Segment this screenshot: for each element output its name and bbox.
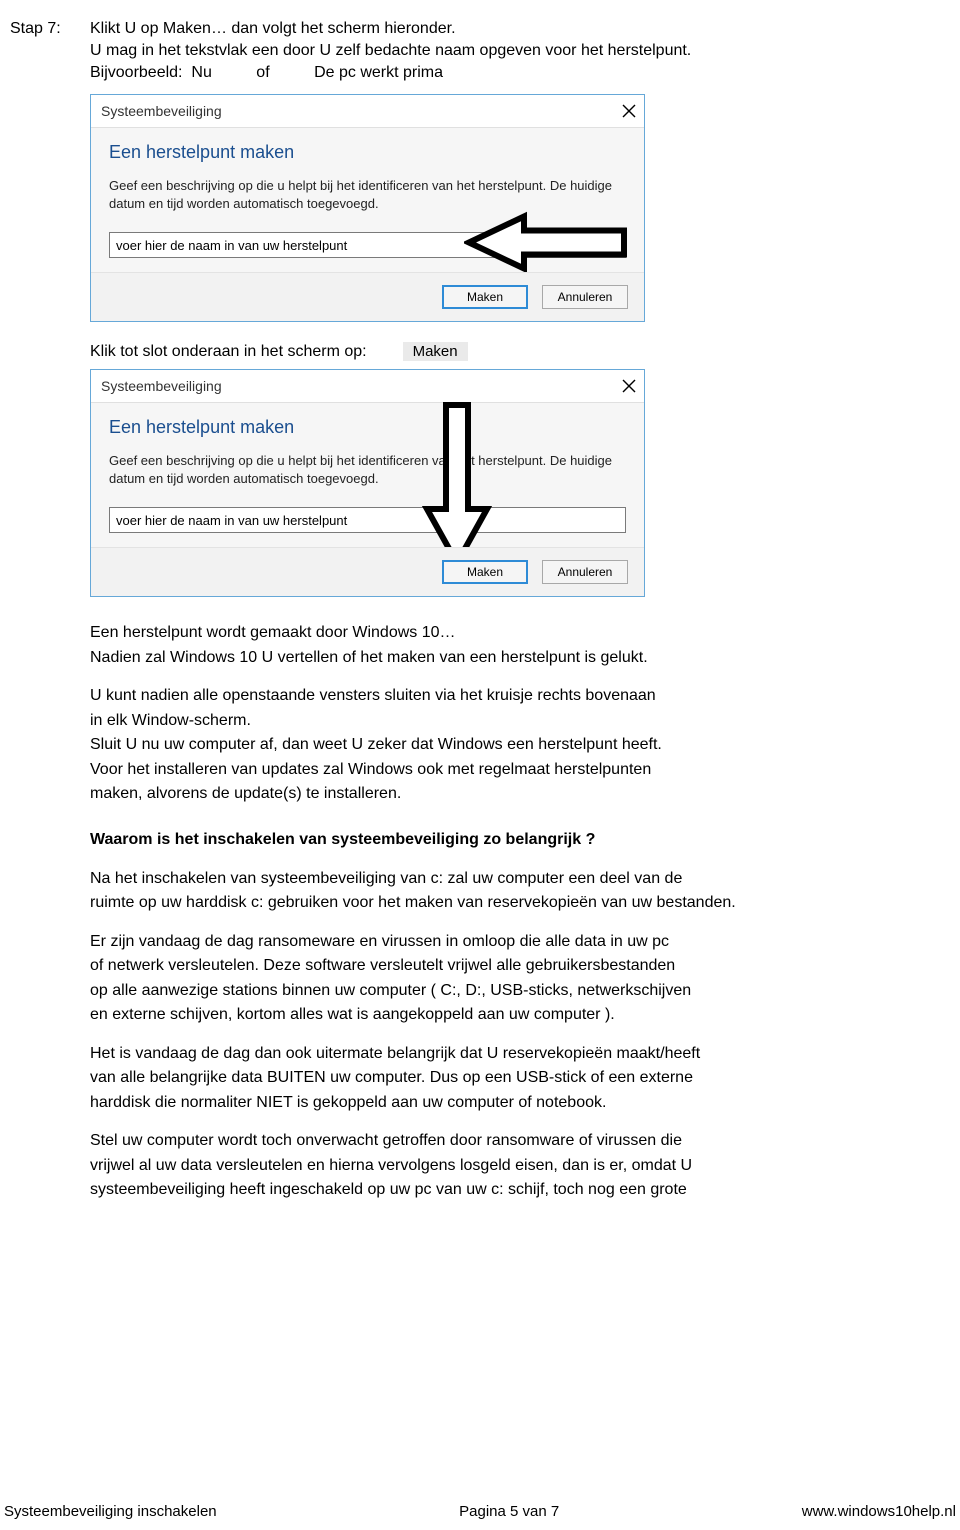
- text-line: Stel uw computer wordt toch onverwacht g…: [90, 1131, 910, 1151]
- dialog-restore-point-2: Systeembeveiliging Een herstelpunt maken…: [90, 369, 645, 597]
- why-p3: Het is vandaag de dag dan ook uitermate …: [90, 1044, 910, 1113]
- instruction-text: Klik tot slot onderaan in het scherm op:: [90, 343, 367, 361]
- step-line-3: Bijvoorbeeld: Nu of De pc werkt prima: [90, 64, 910, 82]
- make-button[interactable]: Maken: [442, 285, 528, 309]
- page-footer: Systeembeveiliging inschakelen Pagina 5 …: [0, 1503, 960, 1520]
- dialog-title: Systeembeveiliging: [101, 378, 222, 394]
- step-line-2: U mag in het tekstvlak een door U zelf b…: [90, 42, 910, 60]
- make-button[interactable]: Maken: [442, 560, 528, 584]
- cancel-button[interactable]: Annuleren: [542, 285, 628, 309]
- input-row: [109, 507, 626, 533]
- maken-label-chip: Maken: [403, 342, 468, 361]
- dialog-2-wrap: Systeembeveiliging Een herstelpunt maken…: [10, 369, 950, 597]
- cancel-button[interactable]: Annuleren: [542, 560, 628, 584]
- text-line: Voor het installeren van updates zal Win…: [90, 760, 910, 780]
- instruction-line: Klik tot slot onderaan in het scherm op:…: [90, 342, 950, 361]
- why-heading-block: Waarom is het inschakelen van systeembev…: [90, 830, 910, 850]
- step-line-1: Klikt U op Maken… dan volgt het scherm h…: [90, 20, 910, 38]
- dialog-heading: Een herstelpunt maken: [109, 142, 626, 163]
- text-line: maken, alvorens de update(s) te installe…: [90, 784, 910, 804]
- step-label: Stap 7:: [10, 20, 90, 38]
- arrow-left-icon: [464, 211, 634, 280]
- dialog-titlebar: Systeembeveiliging: [91, 95, 644, 127]
- document-page: Stap 7: Klikt U op Maken… dan volgt het …: [0, 0, 960, 1530]
- dialog-restore-point-1: Systeembeveiliging Een herstelpunt maken…: [90, 94, 645, 322]
- restore-point-name-input[interactable]: [109, 507, 626, 533]
- dialog-title: Systeembeveiliging: [101, 103, 222, 119]
- dialog-description: Geef een beschrijving op die u helpt bij…: [109, 177, 626, 212]
- after-block-1: Een herstelpunt wordt gemaakt door Windo…: [90, 623, 910, 668]
- text-line: Het is vandaag de dag dan ook uitermate …: [90, 1044, 910, 1064]
- why-p4: Stel uw computer wordt toch onverwacht g…: [90, 1131, 910, 1200]
- text-line: Er zijn vandaag de dag ransomeware en vi…: [90, 932, 910, 952]
- step-body: Klikt U op Maken… dan volgt het scherm h…: [90, 20, 950, 86]
- close-icon[interactable]: [622, 104, 636, 118]
- text-line: Nadien zal Windows 10 U vertellen of het…: [90, 648, 910, 668]
- step-7-row: Stap 7: Klikt U op Maken… dan volgt het …: [10, 20, 950, 86]
- dialog-description: Geef een beschrijving op die u helpt bij…: [109, 452, 626, 487]
- why-heading: Waarom is het inschakelen van systeembev…: [90, 830, 910, 850]
- close-icon[interactable]: [622, 379, 636, 393]
- text-line: en externe schijven, kortom alles wat is…: [90, 1005, 910, 1025]
- after-block-2: U kunt nadien alle openstaande vensters …: [90, 686, 910, 804]
- why-p1: Na het inschakelen van systeembeveiligin…: [90, 869, 910, 914]
- dialog-body: Een herstelpunt maken Geef een beschrijv…: [91, 127, 644, 272]
- footer-center: Pagina 5 van 7: [459, 1503, 559, 1520]
- text-line: Een herstelpunt wordt gemaakt door Windo…: [90, 623, 910, 643]
- dialog-heading: Een herstelpunt maken: [109, 417, 626, 438]
- text-line: op alle aanwezige stations binnen uw com…: [90, 981, 910, 1001]
- text-line: of netwerk versleutelen. Deze software v…: [90, 956, 910, 976]
- footer-right: www.windows10help.nl: [802, 1503, 956, 1520]
- footer-left: Systeembeveiliging inschakelen: [4, 1503, 217, 1520]
- dialog-button-bar: Maken Annuleren: [91, 547, 644, 596]
- text-line: U kunt nadien alle openstaande vensters …: [90, 686, 910, 706]
- text-line: van alle belangrijke data BUITEN uw comp…: [90, 1068, 910, 1088]
- text-line: harddisk die normaliter NIET is gekoppel…: [90, 1093, 910, 1113]
- text-line: in elk Window-scherm.: [90, 711, 910, 731]
- text-line: Na het inschakelen van systeembeveiligin…: [90, 869, 910, 889]
- input-row: [109, 232, 626, 258]
- dialog-body: Een herstelpunt maken Geef een beschrijv…: [91, 402, 644, 547]
- text-line: Sluit U nu uw computer af, dan weet U ze…: [90, 735, 910, 755]
- dialog-titlebar: Systeembeveiliging: [91, 370, 644, 402]
- dialog-button-bar: Maken Annuleren: [91, 272, 644, 321]
- text-line: ruimte op uw harddisk c: gebruiken voor …: [90, 893, 910, 913]
- text-line: vrijwel al uw data versleutelen en hiern…: [90, 1156, 910, 1176]
- why-p2: Er zijn vandaag de dag ransomeware en vi…: [90, 932, 910, 1026]
- text-line: systeembeveiliging heeft ingeschakeld op…: [90, 1180, 910, 1200]
